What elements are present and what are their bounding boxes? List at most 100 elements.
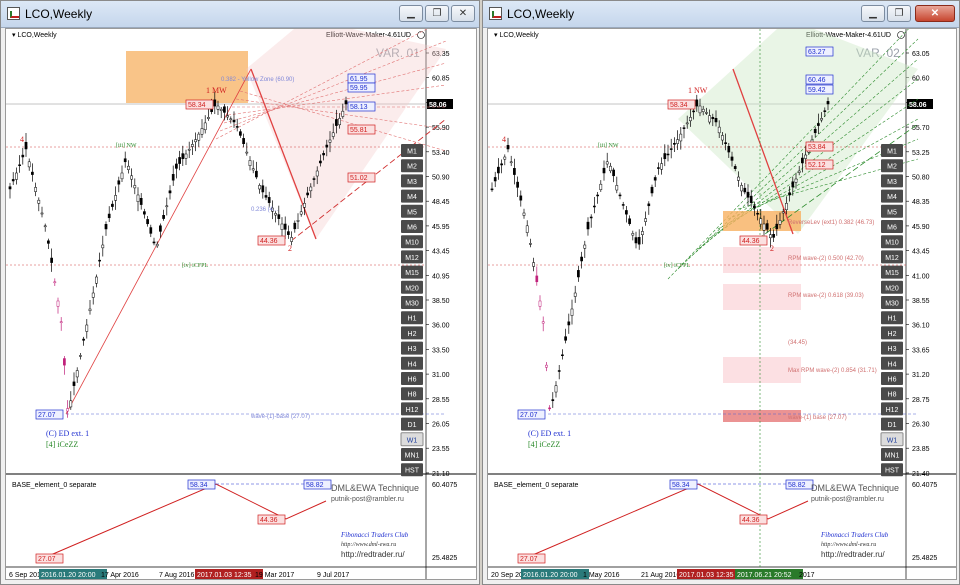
timeframe-label-h1[interactable]: H1: [408, 316, 417, 323]
timeframe-label-m30[interactable]: M30: [885, 301, 899, 308]
timeframe-label-h3[interactable]: H3: [408, 346, 417, 353]
chart-window-left[interactable]: LCO,Weekly ▁ ❐ ✕ 63.3560.8558.4055.9053.…: [0, 0, 480, 585]
timeframe-label-m4[interactable]: M4: [887, 194, 897, 201]
close-button[interactable]: ✕: [451, 5, 475, 22]
price-level-label: 63.27: [808, 49, 826, 56]
candle-body: [577, 270, 580, 278]
candle-body: [586, 221, 590, 230]
candle-body: [341, 110, 345, 117]
timeframe-label-h12[interactable]: H12: [886, 407, 899, 414]
candle-body: [181, 153, 185, 160]
timeframe-label-m6[interactable]: M6: [887, 225, 897, 232]
timeframe-label-mn1[interactable]: MN1: [405, 453, 420, 460]
candle-body: [698, 105, 702, 114]
window-titlebar[interactable]: LCO,Weekly ▁ ❐ ✕: [483, 1, 959, 28]
timeframe-label-m12[interactable]: M12: [885, 255, 899, 262]
price-scale-label: 55.90: [432, 125, 450, 132]
candle-body: [727, 146, 731, 153]
timeframe-label-h4[interactable]: H4: [408, 361, 417, 368]
timeframe-label-w1[interactable]: W1: [887, 437, 898, 444]
candle-body: [280, 223, 284, 230]
timeframe-label-m2[interactable]: M2: [887, 164, 897, 171]
candle-body: [554, 385, 558, 393]
timeframe-label-m1[interactable]: M1: [887, 149, 897, 156]
candle-body: [290, 237, 293, 242]
candle-body: [705, 112, 708, 114]
candle-body: [794, 178, 798, 183]
close-button[interactable]: ✕: [915, 5, 955, 22]
timeframe-label-h8[interactable]: H8: [888, 392, 897, 399]
timeframe-label-m1[interactable]: M1: [407, 149, 417, 156]
chart-area[interactable]: 63.3560.8558.4055.9053.4050.9048.4545.95…: [5, 28, 477, 580]
candle-body: [175, 163, 178, 169]
chart-window-right[interactable]: LCO,Weekly ▁ ❐ ✕ 63.0560.6058.1555.7053.…: [482, 0, 960, 585]
price-scale-label: 40.95: [432, 273, 450, 280]
candle-body: [570, 308, 574, 316]
timeframe-label-h4[interactable]: H4: [888, 361, 897, 368]
candle-body: [328, 139, 332, 143]
maximize-button[interactable]: ❐: [887, 5, 911, 22]
timeframe-label-d1[interactable]: D1: [408, 422, 417, 429]
timeframe-label-h2[interactable]: H2: [408, 331, 417, 338]
timeframe-label-m4[interactable]: M4: [407, 194, 417, 201]
timeframe-label-m3[interactable]: M3: [887, 179, 897, 186]
watermark-text: Fibonacci Traders Club: [340, 531, 409, 539]
candle-body: [53, 281, 57, 284]
timeframe-label-m15[interactable]: M15: [405, 270, 419, 277]
timeframe-label-w1[interactable]: W1: [407, 437, 418, 444]
timeframe-label-m20[interactable]: M20: [885, 285, 899, 292]
timeframe-label-h8[interactable]: H8: [408, 392, 417, 399]
timeframe-label-m5[interactable]: M5: [407, 209, 417, 216]
timeframe-label-h12[interactable]: H12: [406, 407, 419, 414]
price-scale-label: 50.80: [912, 175, 930, 182]
candle-body: [637, 237, 641, 245]
timeframe-label-m10[interactable]: M10: [885, 240, 899, 247]
timeframe-label-mn1[interactable]: MN1: [885, 453, 900, 460]
candle-body: [31, 171, 34, 175]
timeframe-label-h3[interactable]: H3: [888, 346, 897, 353]
window-title: LCO,Weekly: [507, 7, 575, 21]
candle-body: [47, 240, 50, 244]
price-chart-svg[interactable]: 63.0560.6058.1555.7053.2550.8048.3545.90…: [488, 29, 956, 580]
candle-body: [130, 175, 133, 180]
candle-body: [88, 308, 92, 312]
watermark-text: putnik-post@rambler.ru: [331, 496, 404, 503]
timeframe-label-m20[interactable]: M20: [405, 285, 419, 292]
timeframe-label-d1[interactable]: D1: [888, 422, 897, 429]
subwindow-scale-top: 60.4075: [912, 482, 937, 489]
candle-body: [823, 110, 827, 112]
timeframe-label-h6[interactable]: H6: [408, 377, 417, 384]
timeframe-label-m3[interactable]: M3: [407, 179, 417, 186]
candle-body: [557, 370, 561, 372]
timeframe-label-h6[interactable]: H6: [888, 377, 897, 384]
candle-body: [666, 153, 670, 156]
timeframe-label-h2[interactable]: H2: [888, 331, 897, 338]
timeframe-label-hst[interactable]: HST: [885, 468, 900, 475]
maximize-button[interactable]: ❐: [425, 5, 449, 22]
timeframe-label-m6[interactable]: M6: [407, 225, 417, 232]
candle-body: [516, 181, 519, 188]
candle-body: [69, 400, 73, 408]
candle-body: [673, 142, 676, 145]
fib-level-label: RPM wave-(2) 0.618 (39.03): [788, 293, 864, 299]
price-level-label: 44.36: [742, 238, 760, 245]
timeframe-label-m10[interactable]: M10: [405, 240, 419, 247]
timeframe-label-m2[interactable]: M2: [407, 164, 417, 171]
timeframe-label-m12[interactable]: M12: [405, 255, 419, 262]
chart-area[interactable]: 63.0560.6058.1555.7053.2550.8048.3545.90…: [487, 28, 957, 580]
timeframe-label-m30[interactable]: M30: [405, 301, 419, 308]
timeframe-label-m5[interactable]: M5: [887, 209, 897, 216]
timeframe-label-m15[interactable]: M15: [885, 270, 899, 277]
price-chart-svg[interactable]: 63.3560.8558.4055.9053.4050.9048.4545.95…: [6, 29, 476, 580]
price-scale-label: 26.30: [912, 422, 930, 429]
candle-body: [711, 116, 715, 120]
minimize-button[interactable]: ▁: [399, 5, 423, 22]
candle-body: [98, 259, 101, 262]
timeframe-label-hst[interactable]: HST: [405, 468, 420, 475]
candle-body: [123, 158, 127, 163]
candle-body: [24, 141, 28, 150]
candle-body: [644, 218, 647, 222]
minimize-button[interactable]: ▁: [861, 5, 885, 22]
window-titlebar[interactable]: LCO,Weekly ▁ ❐ ✕: [1, 1, 479, 28]
timeframe-label-h1[interactable]: H1: [888, 316, 897, 323]
